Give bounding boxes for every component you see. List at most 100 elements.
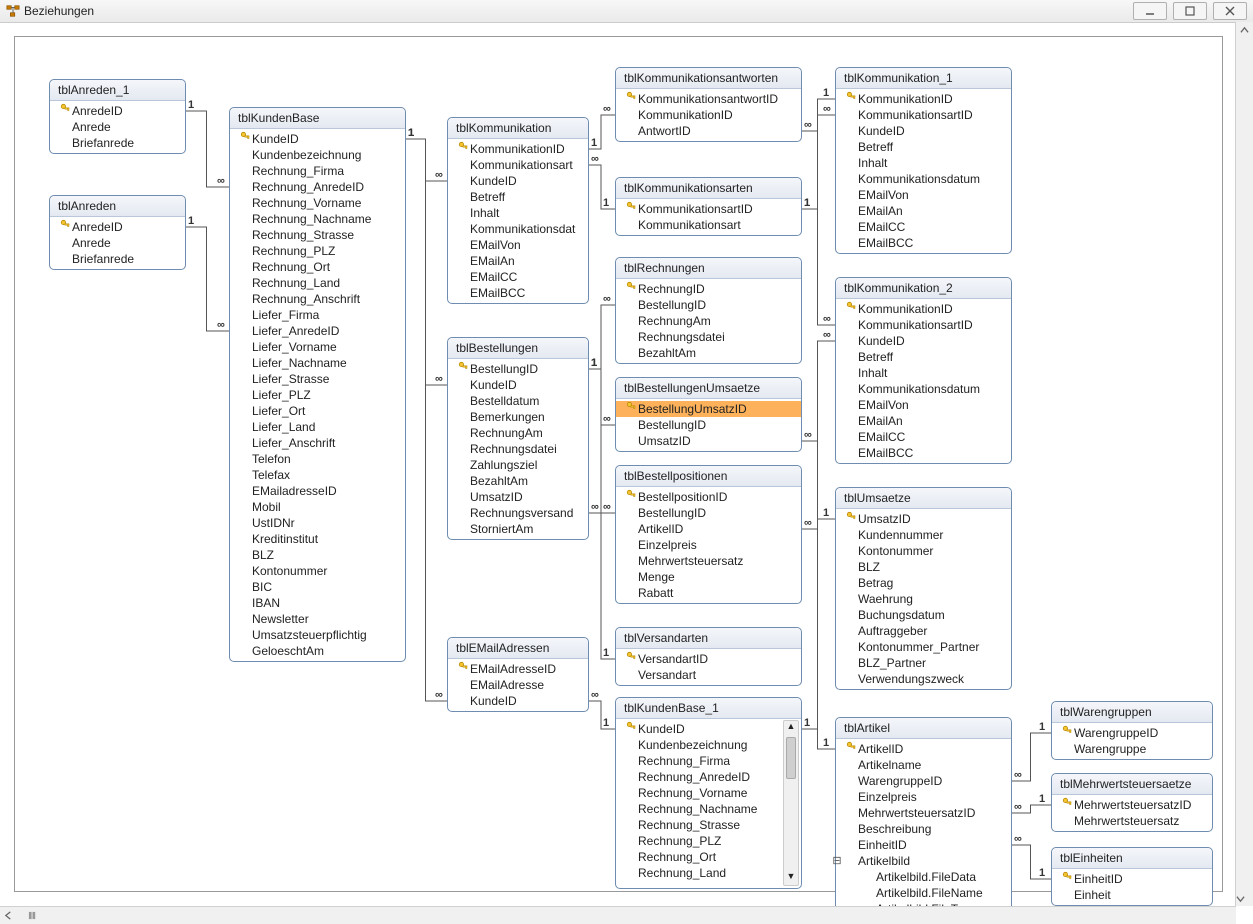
field-row[interactable]: Newsletter — [230, 611, 405, 627]
field-row[interactable]: Versandart — [616, 667, 801, 683]
field-row[interactable]: StorniertAm — [448, 521, 588, 537]
field-row[interactable]: Artikelname — [836, 757, 1011, 773]
field-row[interactable]: EMailBCC — [836, 445, 1011, 461]
field-row[interactable]: KommunikationsartID — [836, 317, 1011, 333]
field-row[interactable]: KundeID — [448, 693, 588, 709]
field-row[interactable]: EMailCC — [836, 429, 1011, 445]
field-row[interactable]: Einzelpreis — [616, 537, 801, 553]
table-tblKundenBase_1[interactable]: tblKundenBase_1KundeIDKundenbezeichnungR… — [615, 697, 802, 889]
table-tblVersandarten[interactable]: tblVersandartenVersandartIDVersandart — [615, 627, 802, 686]
table-header[interactable]: tblAnreden_1 — [50, 80, 185, 101]
minimize-button[interactable] — [1133, 2, 1167, 20]
field-row[interactable]: Kommunikationsdatum — [836, 381, 1011, 397]
field-row[interactable]: WarengruppeID — [1052, 725, 1212, 741]
field-row[interactable]: Zahlungsziel — [448, 457, 588, 473]
field-row[interactable]: Betreff — [448, 189, 588, 205]
field-row[interactable]: Liefer_Ort — [230, 403, 405, 419]
field-row[interactable]: BezahltAm — [448, 473, 588, 489]
field-row[interactable]: Telefon — [230, 451, 405, 467]
table-tblEMailAdressen[interactable]: tblEMailAdressen EMailAdresseIDEMailAdres… — [447, 637, 589, 712]
field-row[interactable]: Betreff — [836, 139, 1011, 155]
field-row[interactable]: VersandartID — [616, 651, 801, 667]
field-row[interactable]: Rechnung_Ort — [616, 849, 801, 865]
field-row[interactable]: Liefer_Firma — [230, 307, 405, 323]
field-row[interactable]: Einheit — [1052, 887, 1212, 903]
field-row[interactable]: Liefer_Strasse — [230, 371, 405, 387]
field-row[interactable]: UmsatzID — [836, 511, 1011, 527]
table-tblBestellpositionen[interactable]: tblBestellpositionen BestellpositionIDBes… — [615, 465, 802, 604]
table-tblRechnungen[interactable]: tblRechnungenRechnungIDBestellungIDRechn… — [615, 257, 802, 364]
field-row[interactable]: BestellungUmsatzID — [616, 401, 801, 417]
field-row[interactable]: Liefer_Vorname — [230, 339, 405, 355]
field-row[interactable]: Menge — [616, 569, 801, 585]
field-row[interactable]: KommunikationID — [836, 91, 1011, 107]
table-header[interactable]: tblEMailAdressen — [448, 638, 588, 659]
field-row[interactable]: Kundenbezeichnung — [616, 737, 801, 753]
field-row[interactable]: Rechnung_Nachname — [230, 211, 405, 227]
table-tblAnreden[interactable]: tblAnredenAnredeIDAnredeBriefanrede — [49, 195, 186, 270]
table-header[interactable]: tblKundenBase — [230, 108, 405, 129]
horizontal-scrollbar[interactable] — [0, 906, 1236, 924]
field-row[interactable]: EMailAn — [836, 203, 1011, 219]
field-row[interactable]: Rabatt — [616, 585, 801, 601]
field-row[interactable]: Liefer_PLZ — [230, 387, 405, 403]
field-row[interactable]: Rechnung_Ort — [230, 259, 405, 275]
table-tblUmsaetze[interactable]: tblUmsaetzeUmsatzIDKundennummerKontonumm… — [835, 487, 1012, 690]
table-header[interactable]: tblArtikel — [836, 718, 1011, 739]
table-header[interactable]: tblKommunikation_1 — [836, 68, 1011, 89]
expand-collapse-icon[interactable]: ⊟ — [832, 853, 842, 869]
field-row[interactable]: Rechnung_PLZ — [616, 833, 801, 849]
table-tblKundenBase[interactable]: tblKundenBaseKundeIDKundenbezeichnungRec… — [229, 107, 406, 662]
field-row[interactable]: UmsatzID — [616, 433, 801, 449]
scroll-up-icon[interactable] — [1236, 22, 1253, 38]
table-tblEinheiten[interactable]: tblEinheitenEinheitIDEinheit — [1051, 847, 1213, 906]
field-row[interactable]: KundeID — [836, 333, 1011, 349]
field-row[interactable]: BestellungID — [616, 505, 801, 521]
table-tblArtikel[interactable]: tblArtikelArtikelIDArtikelnameWarengrupp… — [835, 717, 1012, 906]
field-row[interactable]: KundeID — [448, 173, 588, 189]
field-row[interactable]: Inhalt — [836, 155, 1011, 171]
field-row[interactable]: Kundenbezeichnung — [230, 147, 405, 163]
field-row[interactable]: EMailBCC — [836, 235, 1011, 251]
field-row[interactable]: Rechnung_Strasse — [616, 817, 801, 833]
field-row[interactable]: Waehrung — [836, 591, 1011, 607]
field-row[interactable]: Betreff — [836, 349, 1011, 365]
field-row[interactable]: Kontonummer — [230, 563, 405, 579]
table-tblBestellungenUmsaetze[interactable]: tblBestellungenUmsaetzeBestellungUmsatzI… — [615, 377, 802, 452]
field-row[interactable]: RechnungAm — [616, 313, 801, 329]
field-row[interactable]: Rechnungsdatei — [616, 329, 801, 345]
table-header[interactable]: tblRechnungen — [616, 258, 801, 279]
field-row[interactable]: MehrwertsteuersatzID — [1052, 797, 1212, 813]
field-row[interactable]: Rechnung_AnredeID — [616, 769, 801, 785]
field-row[interactable]: Rechnung_Nachname — [616, 801, 801, 817]
field-row[interactable]: EMailAdresse — [448, 677, 588, 693]
field-row[interactable]: Rechnung_Firma — [616, 753, 801, 769]
field-row[interactable]: Anrede — [50, 235, 185, 251]
table-tblKommArten[interactable]: tblKommunikationsartenKommunikationsartI… — [615, 177, 802, 236]
field-row[interactable]: BestellungID — [616, 417, 801, 433]
field-row[interactable]: Verwendungszweck — [836, 671, 1011, 687]
scroll-down-icon[interactable] — [1236, 890, 1245, 906]
field-row[interactable]: EMailBCC — [448, 285, 588, 301]
field-row[interactable]: Kommunikationsdat — [448, 221, 588, 237]
field-row[interactable]: Kontonummer — [836, 543, 1011, 559]
field-row[interactable]: Kommunikationsart — [448, 157, 588, 173]
field-row[interactable]: Liefer_Land — [230, 419, 405, 435]
field-row[interactable]: Artikelbild.FileData — [836, 869, 1011, 885]
table-header[interactable]: tblBestellungen — [448, 338, 588, 359]
field-row[interactable]: AnredeID — [50, 103, 185, 119]
field-row[interactable]: Kundennummer — [836, 527, 1011, 543]
scroll-left-icon[interactable] — [0, 907, 16, 924]
field-row[interactable]: EMailVon — [448, 237, 588, 253]
table-tblMehrwertsteuersaetze[interactable]: tblMehrwertsteuersaetzeMehrwertsteuersat… — [1051, 773, 1213, 832]
field-row[interactable]: KundeID — [616, 721, 801, 737]
field-row[interactable]: KommunikationsartID — [836, 107, 1011, 123]
field-row[interactable]: Mobil — [230, 499, 405, 515]
field-row[interactable]: BestellpositionID — [616, 489, 801, 505]
table-header[interactable]: tblBestellpositionen — [616, 466, 801, 487]
table-header[interactable]: tblAnreden — [50, 196, 185, 217]
field-row[interactable]: ArtikelID — [616, 521, 801, 537]
field-row[interactable]: Kommunikationsart — [616, 217, 801, 233]
field-row[interactable]: EMailAdresseID — [448, 661, 588, 677]
table-scrollbar[interactable]: ▲▼ — [783, 720, 799, 886]
